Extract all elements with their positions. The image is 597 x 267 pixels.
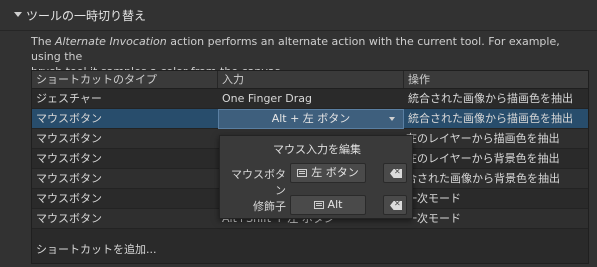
popup-title: マウス入力を編集 bbox=[273, 143, 361, 156]
cell-action: 一次モード bbox=[406, 212, 461, 225]
description-prefix: The bbox=[31, 35, 55, 48]
mouse-icon bbox=[297, 169, 308, 177]
edit-mouse-input-popup: マウス入力を編集 マウスボタン 左 ボタン 修飾子 Alt bbox=[219, 135, 413, 219]
clear-modifier-button[interactable] bbox=[383, 195, 407, 215]
cell-type: マウスボタン bbox=[36, 132, 102, 145]
cell-type: マウスボタン bbox=[36, 192, 102, 205]
input-combo[interactable]: Alt + 左 ボタン bbox=[218, 109, 404, 129]
table-header: ショートカットのタイプ 入力 操作 bbox=[32, 71, 588, 89]
cell-type: ジェスチャー bbox=[36, 92, 102, 105]
input-combo-value: Alt + 左 ボタン bbox=[271, 112, 351, 125]
add-shortcut-row[interactable]: ショートカットを追加... bbox=[32, 240, 588, 260]
cell-type: マウスボタン bbox=[36, 112, 102, 125]
header-action[interactable]: 操作 bbox=[404, 71, 588, 88]
cell-action: 統合された画像から描画色を抽出 bbox=[408, 112, 573, 125]
cell-type: マウスボタン bbox=[36, 152, 102, 165]
keyboard-icon bbox=[313, 201, 324, 209]
table-row[interactable]: ジェスチャー One Finger Drag 統合された画像から描画色を抽出 bbox=[32, 89, 588, 109]
mouse-button-label: マウスボタン bbox=[231, 168, 286, 197]
description-emphasis: Alternate Invocation bbox=[54, 35, 167, 48]
cell-action: 在のレイヤーから描画色を抽出 bbox=[406, 132, 560, 145]
backspace-icon bbox=[390, 169, 402, 178]
collapse-arrow-icon[interactable] bbox=[14, 12, 22, 17]
modifier-label: 修飾子 bbox=[253, 200, 286, 213]
table-row-selected[interactable]: マウスボタン Alt + 左 ボタン 統合された画像から描画色を抽出 bbox=[32, 109, 588, 129]
cell-action: 統合された画像から描画色を抽出 bbox=[408, 92, 573, 105]
cell-action: 合された画像から背景色を抽出 bbox=[406, 172, 560, 185]
backspace-icon bbox=[390, 201, 402, 210]
cell-input: One Finger Drag bbox=[222, 92, 312, 105]
header-shortcut-type[interactable]: ショートカットのタイプ bbox=[32, 71, 218, 88]
mouse-button-value: 左 ボタン bbox=[311, 166, 359, 179]
cell-action: 一次モード bbox=[406, 192, 461, 205]
modifier-value: Alt bbox=[327, 198, 343, 211]
mouse-button-select[interactable]: 左 ボタン bbox=[290, 163, 366, 183]
modifier-select[interactable]: Alt bbox=[290, 195, 366, 215]
clear-mouse-button[interactable] bbox=[383, 163, 407, 183]
chevron-down-icon[interactable] bbox=[389, 117, 395, 121]
cell-type: マウスボタン bbox=[36, 212, 102, 225]
section-header[interactable]: ツールの一時切り替え bbox=[0, 0, 597, 31]
cell-type: マウスボタン bbox=[36, 172, 102, 185]
header-input[interactable]: 入力 bbox=[218, 71, 404, 88]
section-title: ツールの一時切り替え bbox=[26, 9, 147, 23]
cell-action: 在のレイヤーから背景色を抽出 bbox=[406, 152, 560, 165]
